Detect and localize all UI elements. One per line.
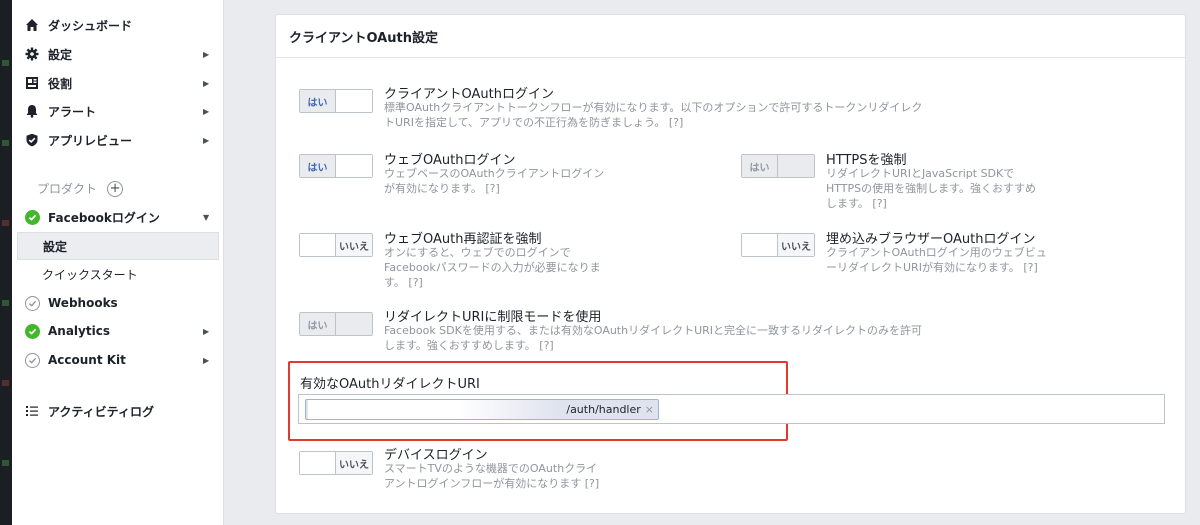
toggle-yes-label: はい [300, 313, 337, 335]
sidebar-item-roles[interactable]: 役割 ▶ [17, 69, 219, 97]
chevron-right-icon: ▶ [203, 49, 210, 59]
redirect-uri-label: 有効なOAuthリダイレクトURI [300, 377, 480, 392]
toggle-yes-label: はい [300, 155, 337, 177]
strict-mode-desc-2: します。強くおすすめします。 [?] [384, 339, 554, 352]
bell-icon [24, 103, 40, 119]
chevron-right-icon: ▶ [203, 326, 210, 336]
device-login-desc-2: アントログインフローが有効になります [?] [384, 477, 600, 490]
force-reauth-desc-2: Facebookパスワードの入力が必要になりま [384, 261, 601, 274]
force-https-toggle[interactable]: はい [741, 154, 815, 178]
redirect-uri-token[interactable]: /auth/handler × [305, 399, 659, 420]
check-circle-outline-icon [24, 295, 40, 311]
device-login-desc-1: スマートTVのような機器でのOAuthクライ [384, 462, 598, 475]
sidebar-item-analytics[interactable]: Analytics ▶ [17, 317, 219, 345]
redacted-area [308, 400, 558, 419]
chevron-down-icon: ▼ [203, 212, 210, 222]
sidebar-item-label: 設定 [48, 47, 73, 62]
list-icon [24, 403, 40, 419]
redirect-uri-token-text: /auth/handler [566, 403, 641, 416]
sidebar-item-label: アクティビティログ [48, 404, 154, 419]
sidebar: ダッシュボード 設定 ▶ 役割 ▶ アラート ▶ アプリレビュー ▶ プロダクト… [12, 0, 224, 525]
products-section-header: プロダクト + [37, 180, 124, 197]
home-icon [24, 17, 40, 33]
chevron-right-icon: ▶ [203, 78, 210, 88]
sidebar-item-label: Account Kit [48, 353, 126, 367]
sidebar-item-alerts[interactable]: アラート ▶ [17, 97, 219, 125]
sidebar-item-dashboard[interactable]: ダッシュボード [17, 11, 219, 39]
sidebar-item-label: ダッシュボード [48, 18, 133, 33]
toggle-no-label: いいえ [778, 234, 814, 256]
sidebar-item-settings[interactable]: 設定 ▶ [17, 40, 219, 68]
force-https-desc-2: HTTPSの使用を強制します。強くおすすめ [826, 182, 1037, 195]
sidebar-item-label: アプリレビュー [48, 133, 133, 148]
check-circle-icon [24, 209, 40, 225]
client-oauth-login-toggle[interactable]: はい [299, 89, 373, 113]
toggle-yes-label: はい [742, 155, 779, 177]
force-reauth-desc-3: す。 [?] [384, 276, 423, 289]
sidebar-item-webhooks[interactable]: Webhooks [17, 289, 219, 317]
sidebar-item-activity-log[interactable]: アクティビティログ [17, 397, 219, 425]
force-reauth-desc-1: オンにすると、ウェブでのログインで [384, 246, 571, 259]
sidebar-item-label: Analytics [48, 324, 110, 338]
sidebar-subitem-settings[interactable]: 設定 [17, 232, 219, 260]
embedded-browser-desc-2: ーリダイレクトURIが有効になります。 [?] [826, 261, 1038, 274]
gear-icon [24, 46, 40, 62]
sidebar-item-label: Facebookログイン [48, 210, 160, 225]
chevron-right-icon: ▶ [203, 135, 210, 145]
force-reauth-toggle[interactable]: いいえ [299, 233, 373, 257]
background-edge [0, 0, 12, 525]
check-circle-outline-icon [24, 352, 40, 368]
sidebar-item-label: クイックスタート [42, 267, 138, 282]
client-oauth-login-desc-1: 標準OAuthクライアントトークンフローが有効になります。以下のオプションで許可… [384, 101, 923, 114]
embedded-browser-desc-1: クライアントOAuthログイン用のウェブビュ [826, 246, 1047, 259]
toggle-yes-label: はい [300, 90, 337, 112]
embedded-browser-toggle[interactable]: いいえ [741, 233, 815, 257]
web-oauth-login-desc-1: ウェブベースのOAuthクライアントログイン [384, 167, 605, 180]
sidebar-item-app-review[interactable]: アプリレビュー ▶ [17, 126, 219, 154]
chevron-right-icon: ▶ [203, 355, 210, 365]
add-product-icon[interactable]: + [107, 180, 124, 197]
strict-mode-toggle[interactable]: はい [299, 312, 373, 336]
roles-icon [24, 75, 40, 91]
toggle-no-label: いいえ [336, 234, 372, 256]
sidebar-item-account-kit[interactable]: Account Kit ▶ [17, 346, 219, 374]
web-oauth-login-toggle[interactable]: はい [299, 154, 373, 178]
strict-mode-desc-1: Facebook SDKを使用する、または有効なOAuthリダイレクトURIと完… [384, 324, 923, 337]
remove-token-icon[interactable]: × [645, 403, 654, 416]
force-https-desc-1: リダイレクトURIとJavaScript SDKで [826, 167, 1015, 180]
toggle-no-label: いいえ [336, 452, 372, 474]
client-oauth-login-desc-2: トURIを指定して、アプリでの不正行為を防ぎましょう。 [?] [384, 116, 684, 129]
web-oauth-login-desc-2: が有効になります。 [?] [384, 182, 500, 195]
sidebar-item-facebook-login[interactable]: Facebookログイン ▼ [17, 203, 219, 231]
sidebar-item-label: 役割 [48, 76, 73, 91]
redirect-uri-input[interactable]: /auth/handler × [298, 394, 1165, 424]
sidebar-item-label: Webhooks [48, 296, 118, 310]
device-login-toggle[interactable]: いいえ [299, 451, 373, 475]
shield-check-icon [24, 132, 40, 148]
sidebar-item-label: 設定 [43, 239, 68, 254]
force-https-desc-3: します。 [?] [826, 197, 887, 210]
chevron-right-icon: ▶ [203, 106, 210, 116]
sidebar-subitem-quickstart[interactable]: クイックスタート [17, 260, 219, 288]
check-circle-icon [24, 323, 40, 339]
products-label: プロダクト [37, 182, 98, 196]
panel-title: クライアントOAuth設定 [276, 15, 1185, 58]
sidebar-item-label: アラート [48, 104, 97, 119]
